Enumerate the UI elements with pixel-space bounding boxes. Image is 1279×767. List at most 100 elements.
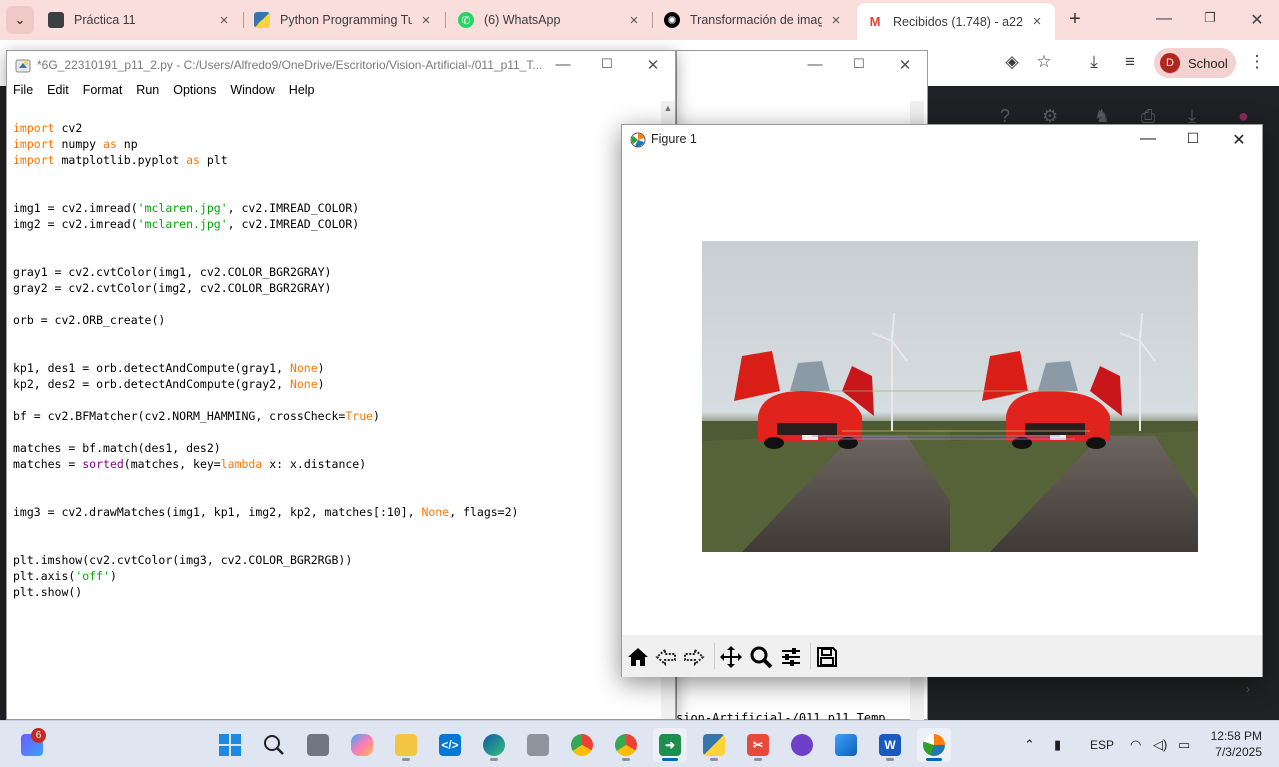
tab-openai[interactable]: ✺ Transformación de image × <box>654 4 854 36</box>
close-icon[interactable]: × <box>626 12 642 29</box>
menu-run[interactable]: Run <box>136 80 159 101</box>
toolbar-divider <box>810 643 811 669</box>
vscode-icon: </> <box>439 734 461 756</box>
minimize-icon[interactable]: — <box>1154 10 1174 28</box>
menu-help[interactable]: Help <box>289 80 315 101</box>
minimize-icon[interactable]: — <box>1138 130 1158 148</box>
more-menu-icon[interactable]: ⋮ <box>1246 52 1268 72</box>
taskbar-task-view[interactable] <box>301 728 335 762</box>
taskbar-start[interactable] <box>213 728 247 762</box>
bookmark-star-icon[interactable]: ☆ <box>1033 52 1055 72</box>
menu-format[interactable]: Format <box>83 80 123 101</box>
chevron-right-icon: › <box>1246 682 1250 696</box>
figure-canvas[interactable] <box>622 155 1262 635</box>
menu-edit[interactable]: Edit <box>47 80 69 101</box>
openai-icon: ✺ <box>664 12 680 28</box>
maximize-icon[interactable]: ☐ <box>597 56 617 72</box>
maximize-icon[interactable]: ☐ <box>849 56 869 72</box>
tab-divider <box>652 12 653 28</box>
language-indicator[interactable]: ESP <box>1090 738 1114 752</box>
taskbar-snipping[interactable]: ✂ <box>741 728 775 762</box>
profile-button[interactable]: D School <box>1154 48 1236 78</box>
chrome-icon <box>571 734 593 756</box>
configure-icon[interactable] <box>778 644 804 670</box>
package-icon <box>527 734 549 756</box>
running-indicator <box>754 758 762 761</box>
close-icon[interactable]: × <box>418 12 434 29</box>
restore-icon[interactable]: ❐ <box>1200 10 1220 26</box>
tab-search-button[interactable]: ⌄ <box>6 6 34 34</box>
close-icon[interactable]: ✕ <box>643 56 663 74</box>
close-icon[interactable]: ✕ <box>1229 130 1249 150</box>
taskbar-chrome[interactable] <box>565 728 599 762</box>
close-icon[interactable]: ✕ <box>895 56 915 74</box>
code-editor[interactable]: import cv2 import numpy as np import mat… <box>13 120 653 600</box>
window-titlebar: Figure 1 — ☐ ✕ <box>622 125 1262 155</box>
matplotlib-icon <box>630 132 646 148</box>
save-icon[interactable] <box>814 644 840 670</box>
zoom-icon[interactable] <box>748 644 774 670</box>
folder-icon <box>395 734 417 756</box>
window-titlebar: *6G_22310191_p11_2.py - C:/Users/Alfredo… <box>7 51 675 80</box>
download-icon[interactable]: ⤓ <box>1083 52 1105 72</box>
battery-icon[interactable]: ▭ <box>1178 737 1190 753</box>
back-icon[interactable] <box>653 644 679 670</box>
running-indicator <box>622 758 630 761</box>
copilot-app-icon <box>351 734 373 756</box>
new-tab-button[interactable]: + <box>1064 8 1086 30</box>
matplotlib-toolbar <box>622 635 1262 677</box>
figure-window: Figure 1 — ☐ ✕ <box>621 124 1263 677</box>
close-icon[interactable]: × <box>828 12 844 29</box>
volume-icon[interactable]: ◁) <box>1153 737 1167 753</box>
media-control-icon[interactable]: ≡ <box>1119 52 1141 72</box>
taskbar-box[interactable] <box>521 728 555 762</box>
menu-file[interactable]: File <box>13 80 33 101</box>
clock-time[interactable]: 12:58 PM <box>1210 729 1262 743</box>
running-indicator <box>490 758 498 761</box>
menu-options[interactable]: Options <box>173 80 216 101</box>
home-icon[interactable] <box>625 644 651 670</box>
tab-whatsapp[interactable]: ✆ (6) WhatsApp × <box>448 4 652 36</box>
python-icon <box>703 734 725 756</box>
taskbar-python[interactable] <box>697 728 731 762</box>
menu-window[interactable]: Window <box>230 80 274 101</box>
taskbar-edge[interactable] <box>477 728 511 762</box>
maximize-icon[interactable]: ☐ <box>1183 130 1203 147</box>
lens-icon[interactable]: ◈ <box>1001 52 1023 72</box>
minimize-icon[interactable]: — <box>553 56 573 73</box>
clock-date[interactable]: 7/3/2025 <box>1206 745 1262 759</box>
tab-title: Transformación de image <box>690 13 822 27</box>
window-title: Figure 1 <box>651 132 697 146</box>
chevron-up-icon[interactable]: ⌃ <box>1024 737 1035 753</box>
running-indicator <box>926 758 942 761</box>
taskbar-idle[interactable]: ➜ <box>653 728 687 762</box>
storage-icon[interactable]: ▮ <box>1054 737 1061 753</box>
chevron-down-icon: ⌄ <box>14 12 26 27</box>
chrome-icon <box>615 734 637 756</box>
tab-python[interactable]: Python Programming Tut × <box>244 4 444 36</box>
taskbar-copilot-app[interactable] <box>345 728 379 762</box>
taskbar-explorer[interactable] <box>389 728 423 762</box>
close-icon[interactable]: × <box>216 12 232 29</box>
wifi-icon[interactable]: ◠ <box>1130 737 1141 753</box>
tab-practica[interactable]: Práctica 11 × <box>38 4 242 36</box>
forward-icon[interactable] <box>681 644 707 670</box>
taskbar-github[interactable] <box>785 728 819 762</box>
pan-icon[interactable] <box>718 644 744 670</box>
tab-gmail[interactable]: M Recibidos (1.748) - a2231 × <box>857 3 1055 40</box>
close-icon[interactable]: × <box>1029 13 1045 30</box>
browser-tab-strip: ⌄ Práctica 11 × Python Programming Tut ×… <box>0 0 1279 40</box>
taskbar-vscode[interactable]: </> <box>433 728 467 762</box>
taskbar-search[interactable] <box>257 728 291 762</box>
minimize-icon[interactable]: — <box>805 56 825 73</box>
python-icon <box>254 12 270 28</box>
close-icon[interactable]: ✕ <box>1247 10 1267 30</box>
taskbar-matplotlib[interactable] <box>917 728 951 762</box>
taskbar-chrome-profile[interactable] <box>609 728 643 762</box>
windows-icon <box>219 734 241 756</box>
task-view-icon <box>307 734 329 756</box>
taskbar-word[interactable]: W <box>873 728 907 762</box>
taskbar-photos[interactable] <box>829 728 863 762</box>
idle-icon: ➜ <box>659 734 681 756</box>
scroll-up-icon[interactable]: ▲ <box>661 103 675 113</box>
